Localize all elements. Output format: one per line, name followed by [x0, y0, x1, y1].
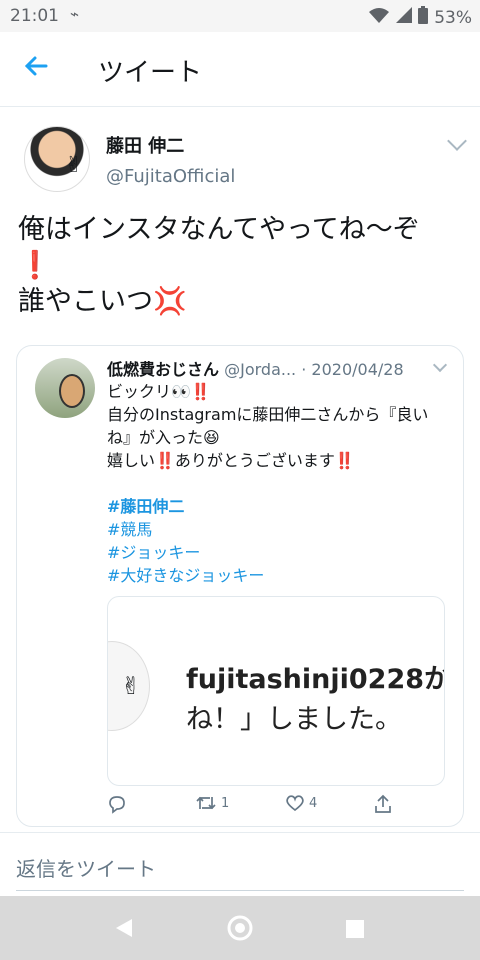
status-time: 21:01: [10, 6, 59, 26]
author-name[interactable]: 藤田 伸二: [106, 132, 184, 158]
quoted-date: · 2020/04/28: [301, 360, 404, 379]
card-line: fujitashinji0228か: [186, 664, 445, 695]
card-line: ね！」しました。: [186, 704, 402, 735]
status-icons: 53%: [368, 6, 472, 29]
tweet-line: 俺はインスタなんてやってね〜ぞ: [18, 214, 420, 245]
heart-icon: [286, 795, 304, 812]
hashtag-link[interactable]: #競馬: [107, 518, 447, 541]
quoted-tweet[interactable]: 低燃費おじさん @Jorda... · 2020/04/28 ビックリ👀‼️ 自…: [16, 345, 464, 827]
reply-composer[interactable]: 返信をツイート: [0, 832, 480, 891]
tweet-text: 俺はインスタなんてやってね〜ぞ ❗ 誰やこいつ💢: [18, 212, 468, 320]
hashtag-link[interactable]: #藤田伸二: [107, 495, 447, 518]
notification-icon: ⌁: [70, 5, 80, 23]
quoted-author-handle: @Jorda...: [224, 360, 297, 379]
reply-icon: [109, 796, 125, 814]
mask-icon: [59, 374, 85, 408]
quoted-header: 低燃費おじさん @Jorda... · 2020/04/28: [107, 356, 447, 380]
quoted-line: 嬉しい‼️ありがとうございます‼️: [107, 451, 355, 470]
card-avatar: ✌: [108, 641, 150, 731]
author-avatar[interactable]: ✌: [24, 126, 90, 192]
tweet-line: 誰やこいつ💢: [18, 286, 187, 317]
share-button[interactable]: [373, 794, 393, 814]
hashtag-link[interactable]: #ジョッキー: [107, 541, 447, 564]
author-handle[interactable]: @FujitaOfficial: [106, 166, 235, 187]
like-button[interactable]: 4: [285, 794, 317, 812]
quoted-text: ビックリ👀‼️ 自分のInstagramに藤田伸二さんから『良い ね』が入った😆…: [107, 380, 447, 587]
nav-back-icon[interactable]: [112, 914, 136, 947]
quoted-line: [107, 472, 447, 495]
retweet-icon: [196, 796, 216, 810]
peace-sign-icon: ✌: [64, 153, 83, 178]
divider: [16, 890, 464, 891]
hashtag-link[interactable]: #大好きなジョッキー: [107, 564, 447, 587]
page-title: ツイート: [98, 58, 203, 88]
reply-button[interactable]: [107, 794, 127, 814]
battery-percent: 53%: [434, 7, 472, 28]
tweet-line: ❗: [18, 250, 52, 281]
quoted-line: ね』が入った😆: [107, 428, 220, 447]
nav-home-icon[interactable]: [226, 914, 254, 949]
retweet-count: 1: [221, 795, 230, 811]
signal-icon: [396, 7, 413, 28]
share-icon: [375, 794, 391, 813]
media-card[interactable]: ✌ fujitashinji0228か ね！」しました。: [107, 596, 445, 786]
action-bar: 1 4: [107, 794, 427, 818]
quoted-author-avatar[interactable]: [35, 358, 95, 418]
wifi-icon: [368, 7, 390, 28]
peace-sign-icon: ✌: [120, 672, 141, 700]
quoted-author-name: 低燃費おじさん: [107, 360, 220, 379]
status-bar: 21:01 ⌁ 53%: [0, 0, 480, 32]
system-nav-bar: [0, 896, 480, 960]
back-arrow-icon[interactable]: [22, 52, 54, 84]
quoted-line: ビックリ👀‼️: [107, 382, 211, 401]
battery-icon: [418, 6, 429, 29]
nav-recents-icon[interactable]: [344, 914, 366, 947]
tweet-menu-chevron-icon[interactable]: [447, 131, 467, 151]
reply-input[interactable]: 返信をツイート: [16, 853, 156, 882]
retweet-button[interactable]: 1: [195, 794, 229, 812]
like-count: 4: [309, 795, 318, 811]
app-bar: ツイート: [0, 32, 480, 107]
quoted-line: 自分のInstagramに藤田伸二さんから『良い: [107, 405, 429, 424]
